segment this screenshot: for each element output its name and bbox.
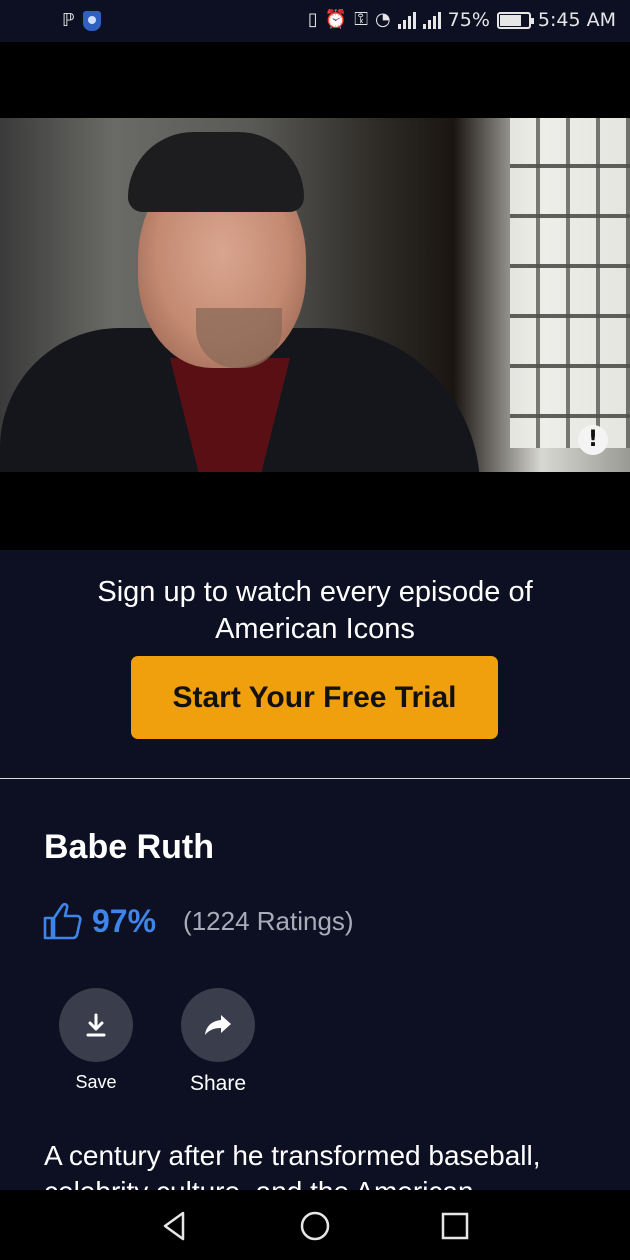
signup-text: Sign up to watch every episode of Americ… xyxy=(97,576,533,645)
status-bar: ℙ ▯ ⏰ ⚿ ◔ 75% 5:45 AM xyxy=(0,0,630,42)
home-icon[interactable] xyxy=(297,1208,333,1244)
video-frame[interactable]: ! xyxy=(0,118,630,472)
video-player[interactable]: ! xyxy=(0,42,630,550)
app-screen: ℙ ▯ ⏰ ⚿ ◔ 75% 5:45 AM ! Sign up to watch… xyxy=(0,0,630,1260)
signal-icon xyxy=(397,11,416,29)
battery-icon xyxy=(496,11,534,29)
video-window-bars xyxy=(510,118,630,448)
thumbs-up-icon[interactable] xyxy=(42,902,82,940)
share-label: Share xyxy=(189,1072,247,1095)
episode-title: Babe Ruth xyxy=(44,828,214,866)
exclamation-icon[interactable]: ! xyxy=(578,425,608,455)
start-free-trial-button[interactable]: Start Your Free Trial xyxy=(131,656,498,739)
vibrate-icon: ▯ xyxy=(307,9,318,30)
signal-icon-2 xyxy=(422,11,441,29)
ratings-count: (1224 Ratings) xyxy=(183,905,354,936)
system-nav-bar xyxy=(0,1190,630,1260)
share-action[interactable]: Share xyxy=(181,988,255,1095)
parking-notification-icon: ℙ xyxy=(62,10,75,31)
rating-percent: 97% xyxy=(92,902,157,939)
save-action[interactable]: Save xyxy=(59,988,133,1092)
signup-section: Sign up to watch every episode of Americ… xyxy=(0,550,630,778)
status-left-icons: ℙ xyxy=(62,10,101,32)
alarm-icon: ⏰ xyxy=(324,9,348,30)
recent-apps-icon[interactable] xyxy=(437,1208,473,1244)
divider xyxy=(0,778,630,779)
battery-percent: 75% xyxy=(447,9,490,31)
download-icon xyxy=(86,1013,106,1037)
key-icon: ⚿ xyxy=(354,9,368,30)
save-button[interactable] xyxy=(59,988,133,1062)
vpn-shield-icon xyxy=(82,11,101,31)
wifi-icon: ◔ xyxy=(374,9,391,30)
share-arrow-icon xyxy=(205,1015,231,1035)
clock: 5:45 AM xyxy=(537,9,616,31)
status-right-icons: ▯ ⏰ ⚿ ◔ 75% 5:45 AM xyxy=(308,9,616,31)
share-button[interactable] xyxy=(181,988,255,1062)
rating-row: 97% (1224 Ratings) xyxy=(42,902,354,940)
video-person-cap xyxy=(128,132,304,212)
save-label: Save xyxy=(75,1072,117,1092)
back-icon[interactable] xyxy=(157,1208,193,1244)
